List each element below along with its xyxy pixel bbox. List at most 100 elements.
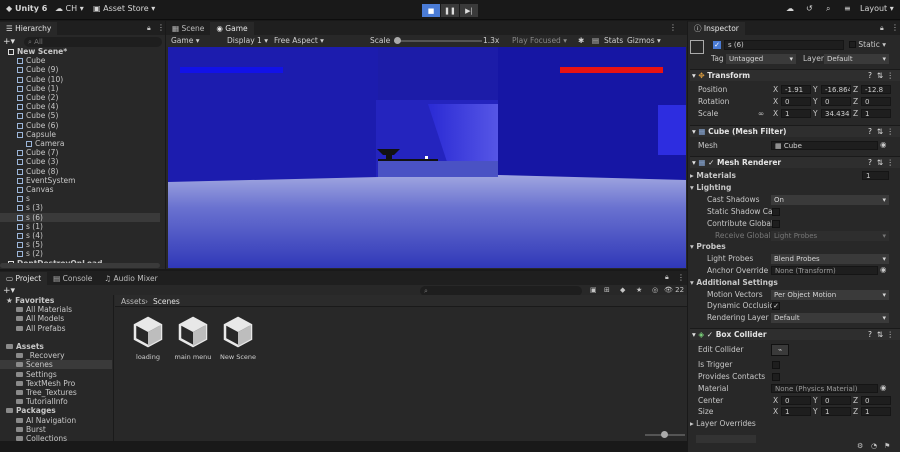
hierarchy-item[interactable]: Canvas bbox=[0, 185, 160, 194]
hierarchy-item[interactable]: s (1) bbox=[0, 222, 160, 231]
project-tree-item[interactable]: Packages bbox=[0, 406, 112, 415]
hierarchy-item[interactable]: s (6) bbox=[0, 212, 160, 222]
static-shadow-caster-checkbox[interactable] bbox=[772, 208, 780, 216]
project-tree-item[interactable]: All Models bbox=[0, 314, 112, 323]
project-tree-item[interactable]: Settings bbox=[0, 370, 112, 379]
axis-label-x[interactable]: X bbox=[773, 97, 778, 107]
cloud-icon[interactable]: ☁ bbox=[786, 4, 794, 13]
hierarchy-item[interactable]: Cube (1) bbox=[0, 84, 160, 93]
unity-scene-icon[interactable] bbox=[176, 315, 210, 349]
physics-material-field[interactable]: None (Physics Material) bbox=[771, 384, 878, 393]
breadcrumb-scenes[interactable]: Scenes bbox=[153, 297, 180, 306]
hierarchy-scrollbar[interactable] bbox=[0, 263, 160, 268]
tab-game[interactable]: ◉ Game bbox=[210, 22, 254, 35]
project-tree-item[interactable]: Burst bbox=[0, 425, 112, 434]
aspect-dropdown[interactable]: Free Aspect ▾ bbox=[274, 36, 324, 45]
mesh-field[interactable]: ▦ Cube bbox=[771, 141, 878, 150]
help-icon[interactable]: ? bbox=[868, 126, 872, 137]
vector-field-z[interactable]: 0 bbox=[861, 97, 891, 106]
debug-icon[interactable]: ⚙ bbox=[857, 442, 863, 450]
object-picker-icon[interactable]: ◉ bbox=[880, 140, 887, 150]
shortcuts-icon[interactable]: ▤ bbox=[592, 36, 599, 45]
game-mode-dropdown[interactable]: Game ▾ bbox=[171, 36, 199, 45]
hierarchy-item[interactable]: Cube (4) bbox=[0, 102, 160, 111]
more-menu-icon[interactable]: ⋮ bbox=[669, 23, 677, 32]
step-button[interactable]: ▶| bbox=[460, 4, 478, 17]
constrain-proportions-icon[interactable]: ∞ bbox=[758, 109, 764, 119]
mesh-renderer-enabled-checkbox[interactable]: ✓ bbox=[708, 158, 717, 167]
is-trigger-checkbox[interactable] bbox=[772, 361, 780, 369]
help-icon[interactable]: ? bbox=[868, 157, 872, 168]
account-dropdown[interactable]: ☁ CH ▾ bbox=[55, 4, 84, 13]
axis-label-y[interactable]: Y bbox=[813, 85, 818, 95]
hierarchy-search-input[interactable]: ⌕ All bbox=[24, 37, 162, 47]
hierarchy-item[interactable]: Cube (10) bbox=[0, 75, 160, 84]
project-tree-item[interactable]: ★ Favorites bbox=[0, 296, 112, 305]
axis-label-z[interactable]: Z bbox=[853, 396, 858, 406]
tab-hierarchy[interactable]: ☰ Hierarchy bbox=[0, 22, 58, 35]
project-tree-item[interactable]: Assets bbox=[0, 342, 112, 351]
tab-inspector[interactable]: ⓘ Inspector bbox=[688, 22, 745, 35]
hierarchy-item[interactable]: Capsule bbox=[0, 130, 160, 139]
visibility-icon[interactable]: ◎ bbox=[652, 286, 658, 294]
hierarchy-item[interactable]: s (5) bbox=[0, 240, 160, 249]
axis-label-z[interactable]: Z bbox=[853, 109, 858, 119]
filter-type-icon[interactable]: ▣ bbox=[590, 286, 597, 294]
anchor-override-field[interactable]: None (Transform) bbox=[771, 266, 878, 275]
hierarchy-item[interactable]: Cube (2) bbox=[0, 93, 160, 102]
play-focused-dropdown[interactable]: Play Focused ▾ bbox=[512, 36, 567, 45]
contribute-gi-checkbox[interactable] bbox=[772, 220, 780, 228]
axis-label-z[interactable]: Z bbox=[853, 85, 858, 95]
project-tree-item[interactable]: TextMesh Pro bbox=[0, 379, 112, 388]
project-tree-item[interactable]: All Materials bbox=[0, 305, 112, 314]
materials-foldout[interactable]: ▸ Materials bbox=[690, 171, 736, 181]
component-menu-icon[interactable]: ⋮ bbox=[887, 70, 895, 81]
vector-field-z[interactable]: 1 bbox=[861, 407, 891, 416]
mesh-renderer-header[interactable]: ▾ ▦ ✓ Mesh Renderer ? ⇅ ⋮ bbox=[690, 156, 900, 168]
hierarchy-item[interactable]: s (2) bbox=[0, 249, 160, 258]
hierarchy-item[interactable]: New Scene* bbox=[0, 47, 160, 56]
progress-icon[interactable]: ◔ bbox=[871, 442, 877, 450]
add-object-button[interactable]: +▾ bbox=[3, 37, 15, 47]
edit-collider-button[interactable]: ⌁ bbox=[771, 344, 789, 356]
undo-history-icon[interactable]: ↺ bbox=[806, 4, 813, 13]
vector-field-x[interactable]: 1 bbox=[781, 407, 811, 416]
axis-label-z[interactable]: Z bbox=[853, 97, 858, 107]
object-picker-icon[interactable]: ◉ bbox=[880, 383, 887, 393]
scale-slider-handle[interactable] bbox=[394, 37, 401, 44]
notifications-icon[interactable]: ⚑ bbox=[884, 442, 890, 450]
tag-icon[interactable]: ◆ bbox=[620, 286, 625, 294]
motion-vectors-dropdown[interactable]: Per Object Motion ▾ bbox=[771, 290, 889, 300]
transform-header[interactable]: ▾ ✥ Transform ? ⇅ ⋮ bbox=[690, 69, 900, 81]
pause-button[interactable]: ❚❚ bbox=[441, 4, 459, 17]
more-menu-icon[interactable]: ⋮ bbox=[891, 23, 899, 32]
hierarchy-item[interactable]: Cube (8) bbox=[0, 167, 160, 176]
preset-icon[interactable]: ⇅ bbox=[877, 157, 883, 168]
hierarchy-item[interactable]: Cube (7) bbox=[0, 148, 160, 157]
provides-contacts-checkbox[interactable] bbox=[772, 373, 780, 381]
vector-field-y[interactable]: 1 bbox=[821, 407, 851, 416]
preset-icon[interactable]: ⇅ bbox=[877, 70, 883, 81]
scale-slider[interactable] bbox=[394, 37, 482, 44]
project-tree-item[interactable]: _Recovery bbox=[0, 351, 112, 360]
box-collider-enabled-checkbox[interactable]: ✓ bbox=[707, 330, 716, 339]
component-menu-icon[interactable]: ⋮ bbox=[887, 126, 895, 137]
play-button[interactable]: ■ bbox=[422, 4, 440, 17]
asset-store-button[interactable]: ▣ Asset Store ▾ bbox=[93, 4, 155, 13]
hierarchy-item[interactable]: Cube (5) bbox=[0, 111, 160, 120]
cast-shadows-dropdown[interactable]: On ▾ bbox=[771, 195, 889, 205]
layer-overrides-foldout[interactable]: ▸ Layer Overrides bbox=[690, 419, 756, 429]
mute-audio-icon[interactable]: ✱ bbox=[578, 36, 584, 45]
axis-label-x[interactable]: X bbox=[773, 85, 778, 95]
stats-button[interactable]: Stats bbox=[604, 36, 623, 45]
tab-scene[interactable]: ▦ Scene bbox=[166, 22, 210, 35]
hierarchy-item[interactable]: EventSystem bbox=[0, 176, 160, 185]
vector-field-y[interactable]: 0 bbox=[821, 396, 851, 405]
star-icon[interactable]: ★ bbox=[636, 286, 642, 294]
more-menu-icon[interactable]: ⋮ bbox=[157, 23, 165, 32]
vector-field-y[interactable]: -16.864 bbox=[821, 85, 851, 94]
tag-dropdown[interactable]: Untagged ▾ bbox=[726, 54, 796, 64]
object-name-field[interactable]: s (6) bbox=[724, 40, 844, 50]
lighting-foldout[interactable]: ▾ Lighting bbox=[690, 183, 731, 193]
axis-label-z[interactable]: Z bbox=[853, 407, 858, 417]
